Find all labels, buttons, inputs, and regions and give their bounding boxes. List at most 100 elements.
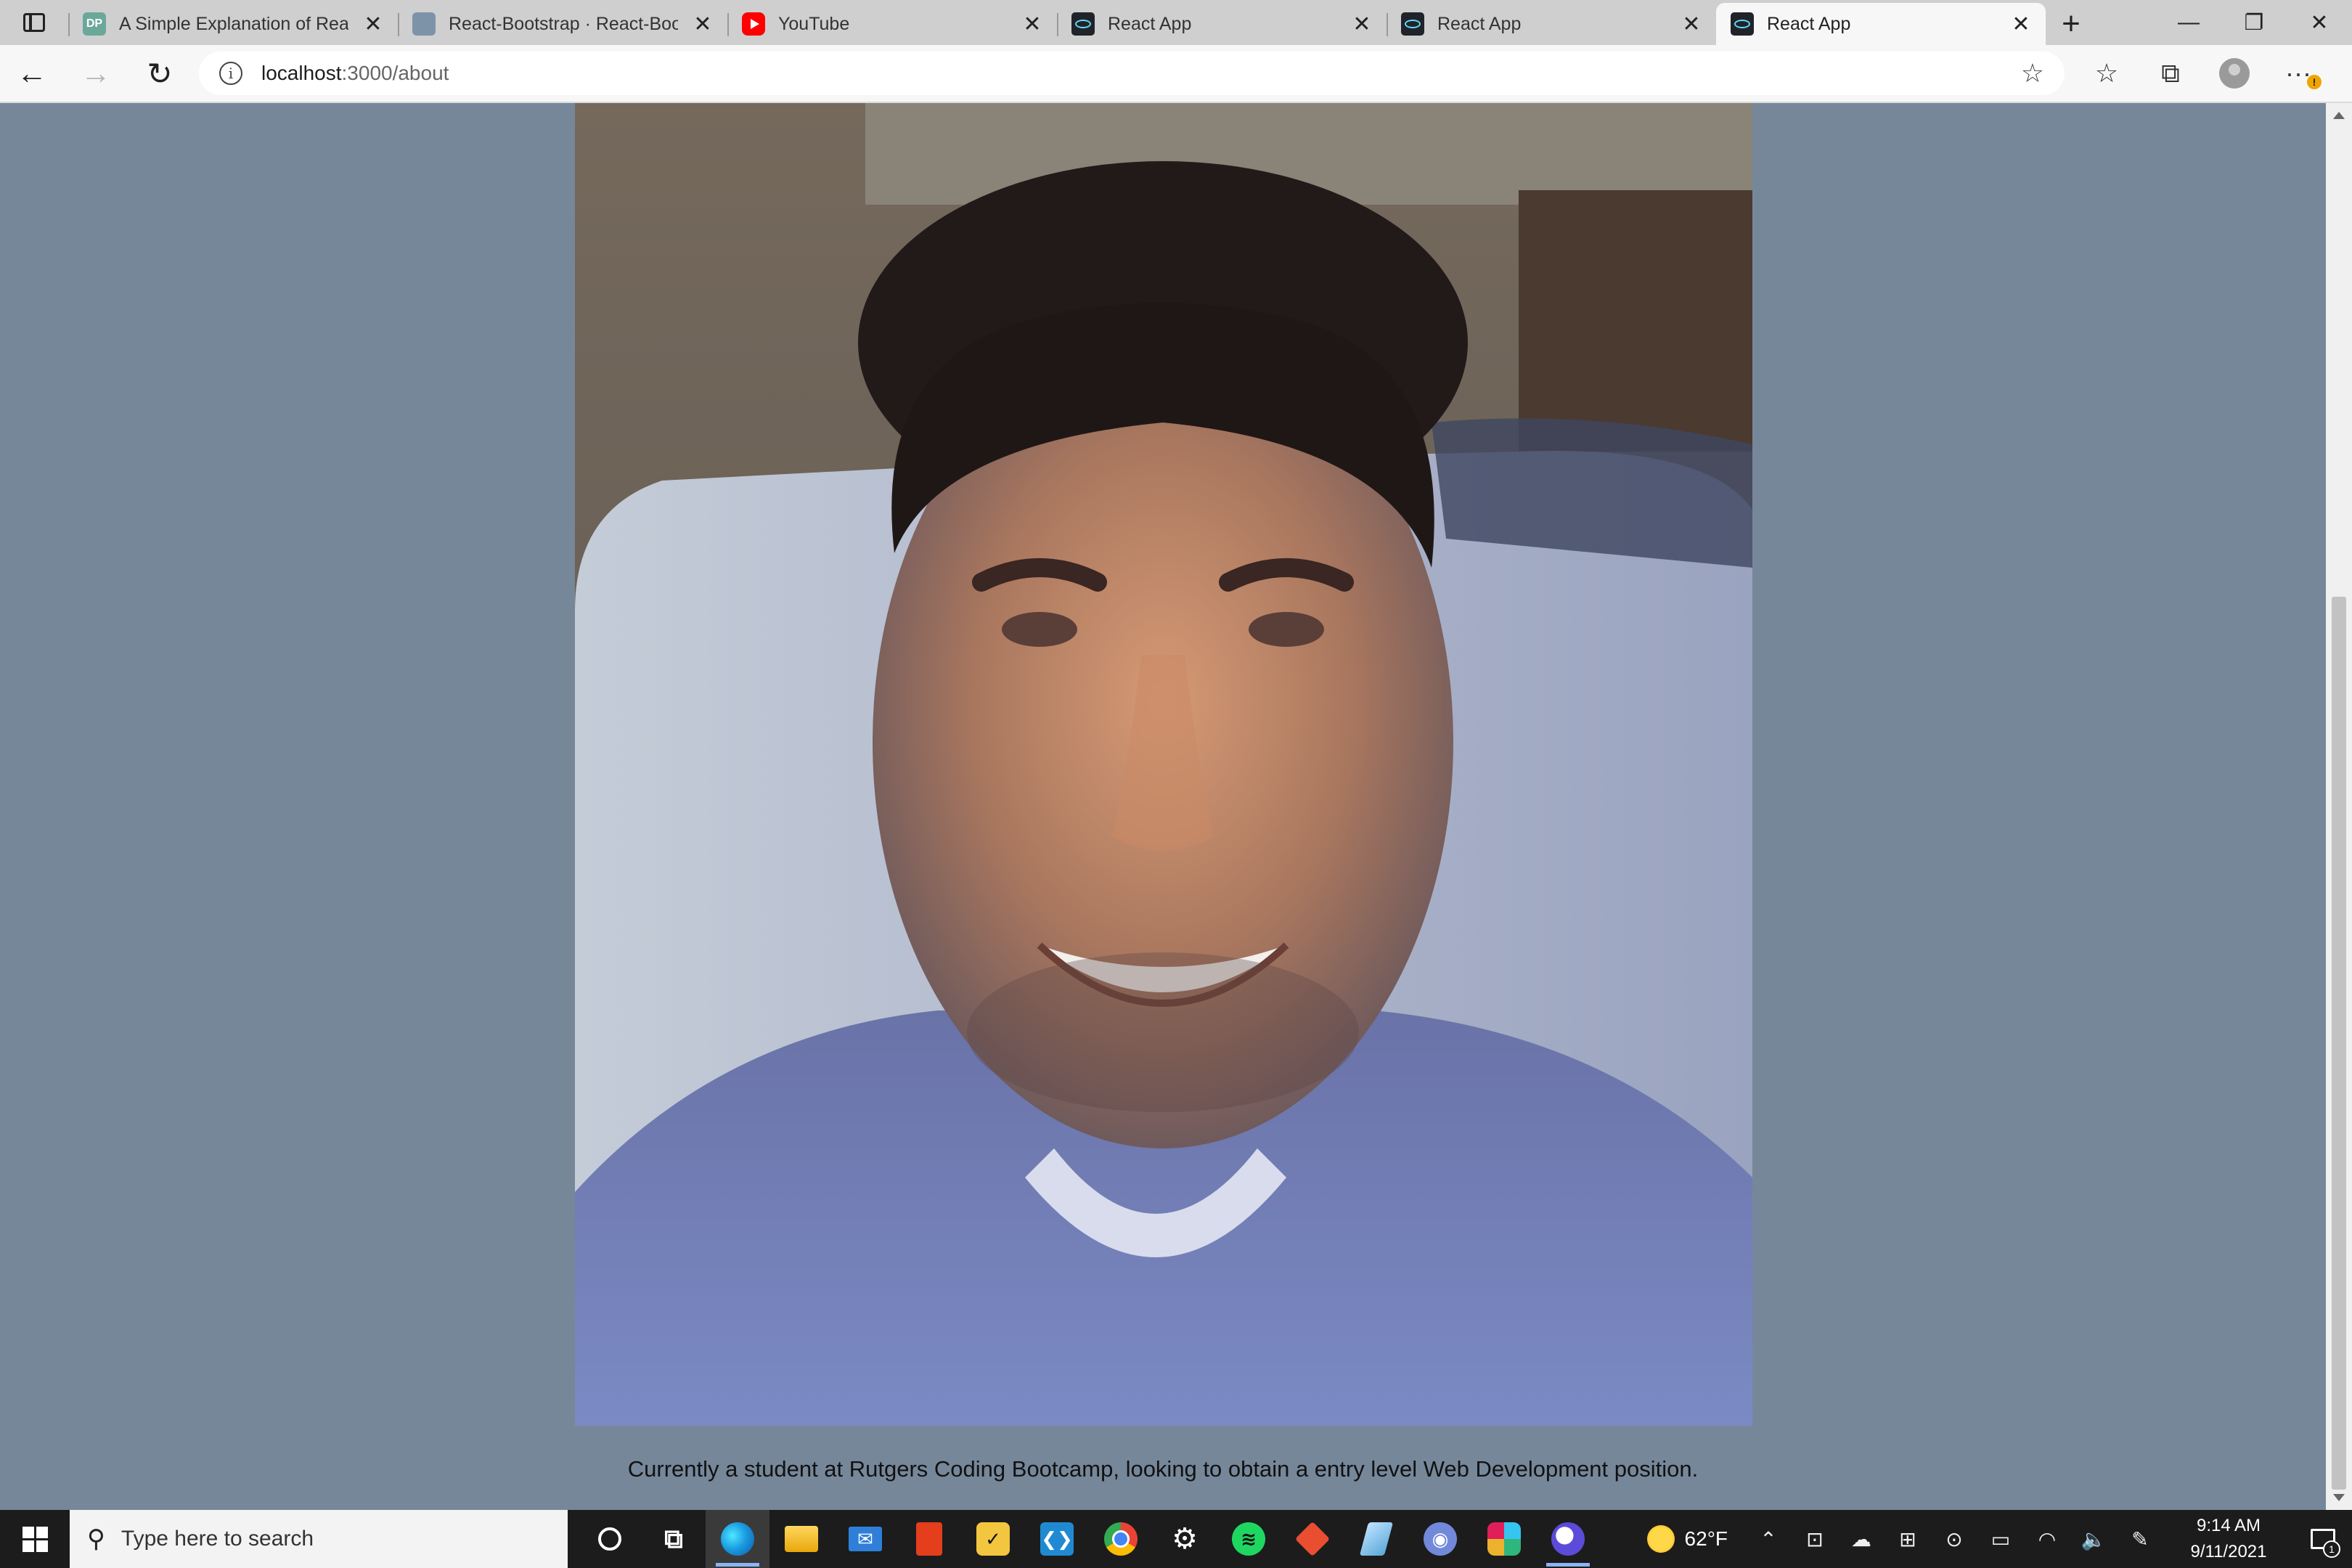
add-favorite-icon[interactable]: ☆ [2021,58,2044,89]
edge-taskbar-button[interactable] [706,1510,769,1568]
git-button[interactable] [1281,1510,1344,1568]
taskbar-search[interactable]: ⚲ Type here to search [70,1510,568,1568]
battery-icon[interactable]: ▭ [1977,1510,2024,1568]
tab-strip: DP A Simple Explanation of React. ✕ Reac… [0,0,2352,45]
tab-3[interactable]: React App ✕ [1057,3,1387,45]
mail-button[interactable]: ✉ [833,1510,897,1568]
site-info-icon[interactable]: i [219,62,242,85]
settings-button[interactable]: ⚙ [1153,1510,1217,1568]
discord-button[interactable]: ◉ [1408,1510,1472,1568]
url-path: :3000/about [341,62,449,84]
slack-button[interactable] [1472,1510,1536,1568]
tab-close-icon[interactable]: ✕ [362,12,385,37]
display-icon[interactable]: ⊞ [1885,1510,1931,1568]
tab-actions-button[interactable] [0,0,68,45]
vertical-scrollbar[interactable] [2326,103,2352,1510]
profile-photo [575,103,1752,1426]
weather-widget[interactable]: 62°F [1630,1525,1745,1553]
system-tray: 62°F ⌃ ⊡ ☁ ⊞ ⊙ ▭ ◠ 🔈 ✎ 9:14 AM 9/11/2021… [1630,1510,2352,1568]
window-controls: — ❐ ✕ [2156,0,2352,45]
tab-0[interactable]: DP A Simple Explanation of React. ✕ [68,3,398,45]
tab-2[interactable]: YouTube ✕ [727,3,1057,45]
spotify-button[interactable]: ≋ [1217,1510,1281,1568]
wifi-icon[interactable]: ◠ [2024,1510,2070,1568]
tab-title: React App [1108,13,1192,34]
vscode-button[interactable]: ❮❯ [1025,1510,1089,1568]
pen-icon [1359,1522,1394,1556]
tab-close-icon[interactable]: ✕ [1680,12,1703,37]
browser-toolbar: ← → ↻ i localhost:3000/about ☆ ☆ ⧉ ··· ! [0,45,2352,103]
tab-1[interactable]: React-Bootstrap · React-Boots ✕ [398,3,727,45]
tab-close-icon[interactable]: ✕ [1021,12,1044,37]
meet-now-icon[interactable]: ⊡ [1792,1510,1838,1568]
screen: DP A Simple Explanation of React. ✕ Reac… [0,0,2352,1568]
react-bootstrap-favicon [412,12,436,36]
sun-icon [1646,1525,1675,1553]
git-icon [1294,1521,1331,1557]
update-badge: ! [2307,75,2322,89]
clock-time: 9:14 AM [2196,1516,2261,1535]
volume-icon[interactable]: 🔈 [2070,1510,2117,1568]
page-viewport[interactable]: Currently a student at Rutgers Coding Bo… [0,103,2352,1510]
office-button[interactable] [897,1510,961,1568]
react-favicon [1071,12,1095,36]
address-bar[interactable]: i localhost:3000/about ☆ [199,52,2065,95]
react-favicon [1731,12,1754,36]
avatar [2219,58,2250,89]
dp-favicon: DP [83,12,106,36]
profile-button[interactable] [2202,44,2266,102]
tab-close-icon[interactable]: ✕ [691,12,714,37]
moon-app-button[interactable] [1536,1510,1600,1568]
chrome-button[interactable] [1089,1510,1153,1568]
windows-logo-icon [22,1526,48,1552]
url-text[interactable]: localhost:3000/about [261,62,449,85]
task-view-icon: ⧉ [664,1523,683,1553]
taskbar-apps: ⧉ ✉ ✓ ❮❯ ⚙ ≋ ◉ [578,1510,1600,1568]
profile-photo-illustration [575,103,1752,1426]
minimize-button[interactable]: — [2156,0,2221,45]
scroll-up-icon[interactable] [2333,112,2345,119]
new-tab-button[interactable]: + [2046,3,2096,45]
clock[interactable]: 9:14 AM 9/11/2021 [2163,1510,2294,1568]
forward-button[interactable]: → [64,44,128,102]
settings-more-button[interactable]: ··· ! [2266,44,2330,102]
tab-title: React-Bootstrap · React-Boots [449,13,678,34]
restore-button[interactable]: ❐ [2221,0,2287,45]
edge-icon [721,1522,754,1556]
youtube-favicon [742,12,765,36]
collections-icon[interactable]: ⧉ [2139,44,2202,102]
onedrive-icon[interactable]: ☁ [1838,1510,1885,1568]
scroll-down-icon[interactable] [2333,1494,2345,1501]
office-icon [916,1522,942,1556]
tab-title: React App [1437,13,1522,34]
favorites-icon[interactable]: ☆ [2075,44,2139,102]
scrollbar-thumb[interactable] [2332,597,2346,1490]
moon-app-icon [1551,1522,1585,1556]
task-view-button[interactable]: ⧉ [642,1510,706,1568]
cortana-icon [598,1527,621,1551]
camera-icon[interactable]: ⊙ [1931,1510,1977,1568]
react-favicon [1401,12,1424,36]
tab-close-icon[interactable]: ✕ [2009,12,2033,37]
todo-icon: ✓ [976,1522,1010,1556]
refresh-button[interactable]: ↻ [128,44,192,102]
start-button[interactable] [0,1510,70,1568]
tab-5-active[interactable]: React App ✕ [1716,3,2046,45]
notification-count: 1 [2323,1540,2340,1558]
tab-close-icon[interactable]: ✕ [1350,12,1373,37]
show-hidden-icon[interactable]: ⌃ [1745,1510,1792,1568]
about-caption: Currently a student at Rutgers Coding Bo… [627,1456,1699,1482]
clock-date: 9/11/2021 [2190,1542,2267,1561]
settings-icon: ⚙ [1172,1523,1198,1555]
file-explorer-icon [785,1526,818,1552]
pen-workspace-icon[interactable]: ✎ [2117,1510,2163,1568]
pen-app-button[interactable] [1344,1510,1408,1568]
close-window-button[interactable]: ✕ [2287,0,2352,45]
file-explorer-button[interactable] [769,1510,833,1568]
cortana-button[interactable] [578,1510,642,1568]
back-button[interactable]: ← [0,44,64,102]
url-host: localhost [261,62,342,84]
tab-4[interactable]: React App ✕ [1387,3,1716,45]
todo-button[interactable]: ✓ [961,1510,1025,1568]
notification-center-button[interactable]: 1 [2294,1510,2352,1568]
